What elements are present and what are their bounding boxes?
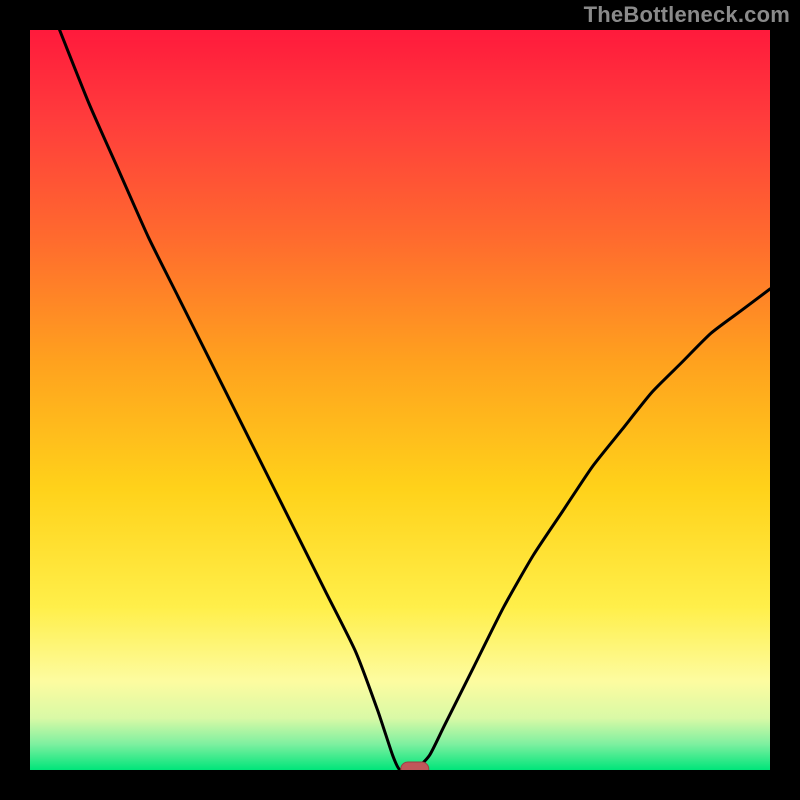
optimum-marker bbox=[401, 762, 429, 770]
chart-frame: TheBottleneck.com bbox=[0, 0, 800, 800]
watermark-text: TheBottleneck.com bbox=[584, 2, 790, 28]
bottleneck-chart bbox=[30, 30, 770, 770]
plot-area bbox=[30, 30, 770, 770]
gradient-background bbox=[30, 30, 770, 770]
